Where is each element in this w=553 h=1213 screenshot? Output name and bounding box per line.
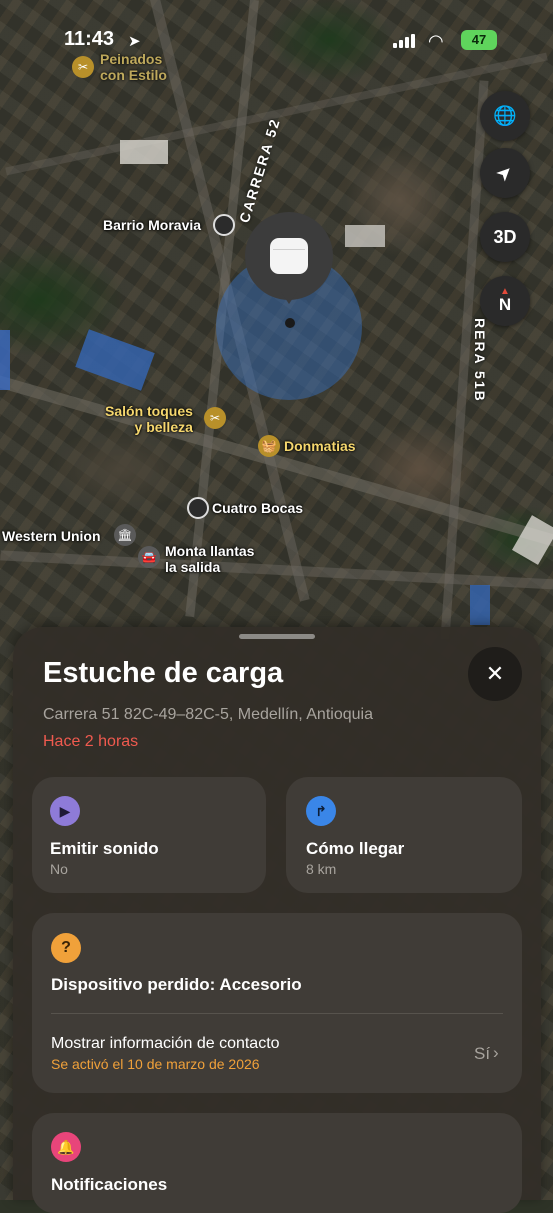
chevron-right-icon: › [493,1043,499,1062]
airpods-case-icon [270,238,308,274]
directions-arrow-icon: ↱ [306,796,336,826]
compass-north-label: N [498,295,512,314]
beauty-salon-icon[interactable]: ✂ [204,407,226,429]
device-pin[interactable] [245,212,333,304]
track-location-button[interactable]: ➤ [480,148,530,198]
contact-info-row[interactable]: Mostrar información de contacto Se activ… [32,1014,522,1093]
contact-info-activated: Se activó el 10 de marzo de 2026 [51,1056,260,1072]
device-name: Estuche de carga [43,657,284,689]
contact-info-value: Sí [474,1044,491,1063]
bank-icon[interactable]: 🏛 [114,524,136,546]
question-mark-icon: ? [51,933,81,963]
play-icon: ▶ [50,796,80,826]
map-label-monta-llantas[interactable]: Monta llantas la salida [165,543,254,575]
play-sound-status: No [50,861,68,877]
battery-icon: 47 [461,30,497,50]
directions-distance: 8 km [306,861,337,877]
device-address: Carrera 51 82C-49–82C-5, Medellín, Antio… [43,706,373,723]
location-arrow-icon: ➤ [128,33,141,50]
lost-mode-card: ? Dispositivo perdido: Accesorio Mostrar… [32,913,522,1093]
close-button[interactable]: ✕ [468,647,522,701]
play-sound-title: Emitir sonido [50,839,159,858]
map-label-barrio-moravia[interactable]: Barrio Moravia [103,217,201,233]
street-label-carrera-51b: RERA 51B [472,318,488,403]
status-time: 11:43 [64,28,115,50]
directions-button[interactable]: ↱ Cómo llegar 8 km [286,777,522,893]
neighborhood-marker-icon[interactable] [187,497,209,519]
globe-icon: 🌐 [493,106,517,127]
beauty-salon-icon[interactable]: ✂ [72,56,94,78]
wifi-icon: ◠ [428,31,444,51]
neighborhood-marker-icon[interactable] [213,214,235,236]
directions-title: Cómo llegar [306,839,405,858]
shopping-basket-icon[interactable]: 🧺 [258,435,280,457]
last-seen-label: Hace 2 horas [43,733,139,750]
map-label-salon[interactable]: Salón toques y belleza [105,403,193,435]
location-arrow-icon: ➤ [491,159,519,187]
contact-info-label: Mostrar información de contacto [51,1035,280,1052]
location-dot [285,318,295,328]
car-repair-icon[interactable]: 🚘 [138,546,160,568]
map-label-cuatro-bocas[interactable]: Cuatro Bocas [212,500,303,516]
sheet-grabber[interactable] [239,634,315,639]
map-label-peinados[interactable]: Peinados con Estilo [100,51,167,83]
compass-button[interactable]: ▲ N [480,276,530,326]
play-sound-button[interactable]: ▶ Emitir sonido No [32,777,266,893]
map-label-donmatias[interactable]: Donmatias [284,438,356,454]
map-style-button[interactable]: 🌐 [480,91,530,141]
bell-icon: 🔔 [51,1132,81,1162]
close-icon: ✕ [485,661,505,686]
device-detail-sheet: Estuche de carga ✕ Carrera 51 82C-49–82C… [13,627,541,1213]
notifications-title: Notificaciones [51,1175,168,1194]
cellular-signal-icon [393,34,415,48]
lost-mode-title: Dispositivo perdido: Accesorio [51,975,302,994]
map-label-western-union[interactable]: Western Union [2,528,101,544]
notifications-card[interactable]: 🔔 Notificaciones [32,1113,522,1213]
3d-toggle-button[interactable]: 3D [480,212,530,262]
